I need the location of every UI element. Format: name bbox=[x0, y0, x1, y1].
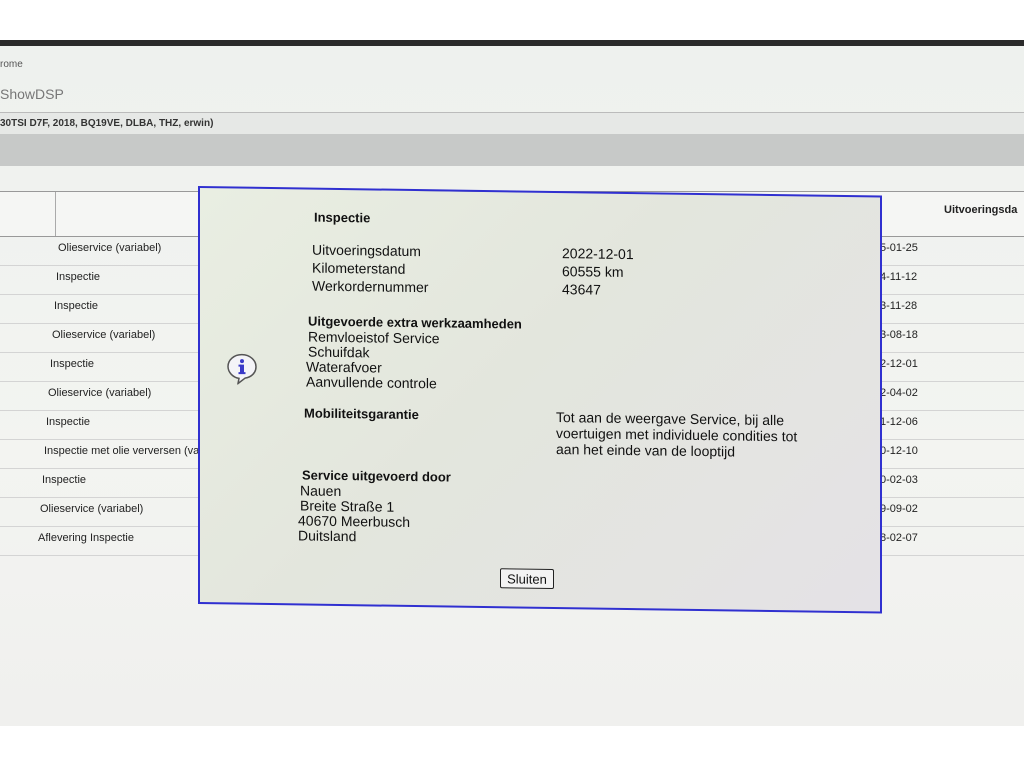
service-date: 8-02-07 bbox=[880, 532, 918, 544]
service-name: Olieservice (variabel) bbox=[48, 387, 152, 399]
window-title: rome bbox=[0, 59, 23, 70]
service-name: Olieservice (variabel) bbox=[58, 242, 162, 254]
header-date-column[interactable]: Uitvoeringsda bbox=[944, 204, 1017, 216]
field-value-date: 2022-12-01 bbox=[562, 245, 634, 263]
extra-work-item: Aanvullende controle bbox=[306, 373, 437, 392]
service-name: Inspectie bbox=[46, 416, 91, 428]
service-date: 3-08-18 bbox=[880, 329, 918, 341]
dealer-name: Nauen bbox=[300, 482, 342, 500]
close-button[interactable]: Sluiten bbox=[500, 568, 554, 589]
service-date: 9-09-02 bbox=[880, 503, 918, 515]
info-speech-bubble-icon bbox=[227, 353, 257, 385]
service-date: 1-12-06 bbox=[880, 416, 918, 428]
service-date: 3-11-28 bbox=[880, 300, 918, 312]
service-name: Olieservice (variabel) bbox=[40, 503, 144, 515]
service-name: Aflevering Inspectie bbox=[38, 532, 134, 544]
service-name: Inspectie met olie verversen (var bbox=[44, 445, 203, 457]
service-date: 4-11-12 bbox=[880, 271, 918, 283]
service-date: 0-12-10 bbox=[880, 445, 918, 457]
field-label-mileage: Kilometerstand bbox=[312, 259, 406, 277]
service-date: 5-01-25 bbox=[880, 242, 918, 254]
dialog-title: Inspectie bbox=[314, 209, 371, 226]
service-name: Inspectie bbox=[54, 300, 99, 312]
mobility-text-line: aan het einde van de looptijd bbox=[556, 440, 736, 460]
field-value-mileage: 60555 km bbox=[562, 263, 624, 280]
inspection-dialog: Inspectie Uitvoeringsdatum 2022-12-01 Ki… bbox=[198, 186, 882, 614]
service-name: Inspectie bbox=[42, 474, 87, 486]
service-name: Inspectie bbox=[50, 358, 95, 370]
app-name: ShowDSP bbox=[0, 86, 64, 102]
application-window: rome ShowDSP 30TSI D7F, 2018, BQ19VE, DL… bbox=[0, 46, 1024, 726]
service-name: Inspectie bbox=[56, 271, 101, 283]
field-label-date: Uitvoeringsdatum bbox=[312, 241, 421, 260]
vehicle-info-bar: 30TSI D7F, 2018, BQ19VE, DLBA, THZ, erwi… bbox=[0, 112, 1024, 136]
service-name: Olieservice (variabel) bbox=[52, 329, 156, 341]
dealer-country: Duitsland bbox=[298, 527, 357, 545]
toolbar-band bbox=[0, 134, 1024, 166]
bottom-bezel bbox=[0, 726, 1024, 768]
field-value-workorder: 43647 bbox=[562, 281, 601, 298]
service-date: 0-02-03 bbox=[880, 474, 918, 486]
header-separator bbox=[55, 192, 56, 236]
service-date: 2-04-02 bbox=[880, 387, 918, 399]
service-date: 2-12-01 bbox=[880, 358, 918, 370]
mobility-heading: Mobiliteitsgarantie bbox=[304, 405, 419, 423]
field-label-workorder: Werkordernummer bbox=[312, 277, 429, 296]
